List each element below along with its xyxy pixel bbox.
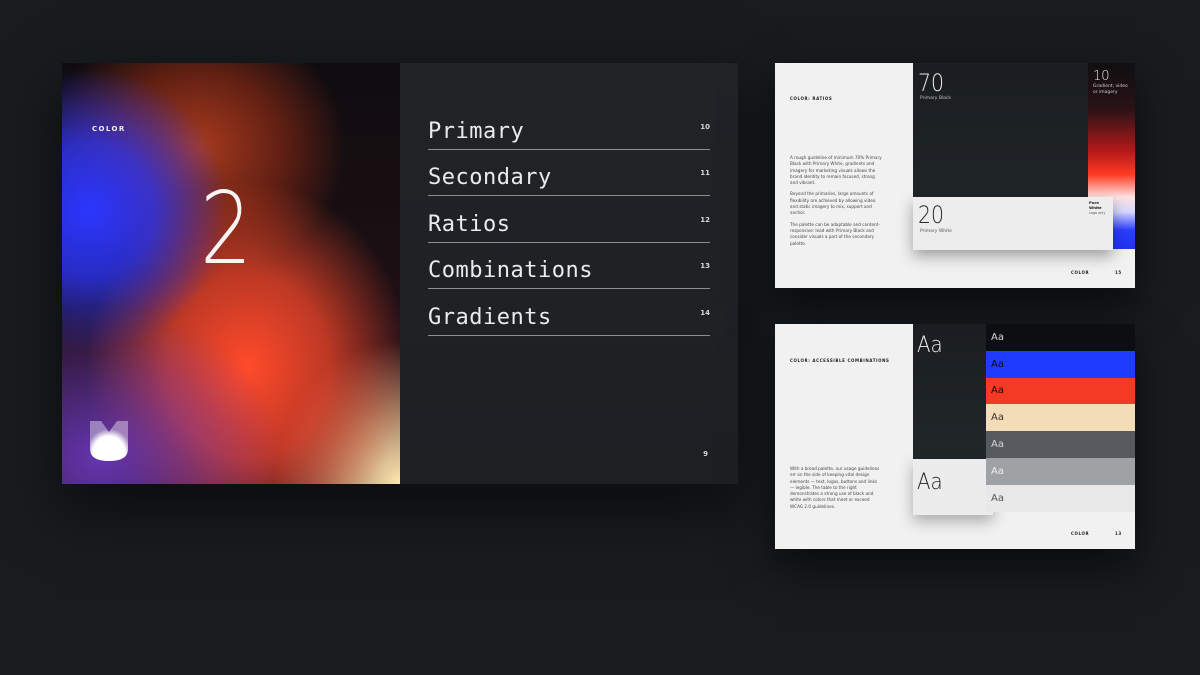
swatch-text: Aa [991, 492, 1004, 504]
ratio-70-label: Primary Black [920, 96, 951, 101]
ratio-20-number: 20 [918, 201, 944, 229]
logo-only-label: Logo only [1089, 211, 1106, 215]
ratio-10-number: 10 [1093, 69, 1110, 84]
ratio-70-number: 70 [918, 69, 944, 97]
toc-page-number: 13 [700, 262, 710, 270]
gradient-cover-page: COLOR 2 [62, 63, 400, 484]
page-label: COLOR: RATIOS [790, 96, 833, 101]
combinations-page: COLOR: ACCESSIBLE COMBINATIONS With a br… [775, 324, 1135, 549]
body-paragraph: With a broad palette, our usage guidelin… [790, 466, 880, 509]
toc-title: Primary [428, 118, 525, 144]
swatch-cream: Aa [986, 404, 1135, 432]
toc-item-combinations[interactable]: Combinations 13 [428, 243, 710, 289]
body-paragraph: A rough guideline of minimum 70% Primary… [790, 155, 882, 186]
toc-title: Ratios [428, 211, 511, 237]
page-body-text: A rough guideline of minimum 70% Primary… [790, 155, 882, 252]
table-of-contents-page: Primary 10 Secondary 11 Ratios 12 Combin… [400, 63, 738, 484]
ratio-20-label: Primary White [920, 229, 952, 234]
dark-type-sample: Aa [917, 333, 943, 358]
toc-item-primary[interactable]: Primary 10 [428, 103, 710, 150]
section-label: COLOR [92, 125, 126, 133]
ratios-page: COLOR: RATIOS A rough guideline of minim… [775, 63, 1135, 288]
light-type-sample: Aa [917, 470, 943, 495]
toc-page-number: 10 [700, 122, 710, 131]
swatch-red: Aa [986, 377, 1135, 405]
toc-title: Secondary [428, 165, 552, 190]
toc-page-number: 14 [700, 308, 710, 317]
footer-section-label: COLOR [1071, 270, 1090, 275]
swatch-gray: Aa [986, 457, 1135, 485]
toc-item-gradients[interactable]: Gradients 14 [428, 289, 710, 336]
body-paragraph: Beyond the primaries, large amounts of f… [790, 191, 876, 216]
toc-page-number: 12 [700, 215, 710, 224]
swatch-white: Aa [986, 484, 1135, 512]
swatch-text: Aa [991, 465, 1004, 477]
brand-logo-icon [90, 421, 128, 461]
footer-page-number: 13 [1115, 531, 1122, 536]
toc-item-secondary[interactable]: Secondary 11 [428, 150, 710, 196]
swatch-black: Aa [986, 324, 1135, 351]
swatch-text: Aa [991, 358, 1004, 370]
swatch-text: Aa [991, 385, 1004, 397]
swatch-text: Aa [991, 331, 1004, 343]
page-body-text: With a broad palette, our usage guidelin… [790, 466, 882, 515]
contents-spread: COLOR 2 Primary 10 Secondary 11 Ratios 1… [62, 63, 738, 484]
swatch-dark-gray: Aa [986, 431, 1135, 458]
ratio-10-label: Gradient, video or imagery [1093, 84, 1128, 96]
page-number: 9 [703, 450, 708, 458]
page-label: COLOR: ACCESSIBLE COMBINATIONS [790, 358, 890, 363]
footer-page-number: 15 [1115, 270, 1122, 275]
table-of-contents: Primary 10 Secondary 11 Ratios 12 Combin… [428, 103, 710, 336]
chapter-number: 2 [200, 170, 253, 287]
swatch-text: Aa [991, 439, 1004, 451]
color-swatch-list: Aa Aa Aa Aa Aa Aa Aa [986, 324, 1135, 512]
toc-title: Gradients [428, 304, 552, 330]
swatch-blue: Aa [986, 350, 1135, 378]
toc-title: Combinations [428, 258, 593, 283]
toc-item-ratios[interactable]: Ratios 12 [428, 196, 710, 243]
toc-page-number: 11 [700, 169, 710, 177]
footer-section-label: COLOR [1071, 531, 1090, 536]
swatch-text: Aa [991, 412, 1004, 424]
body-paragraph: The palette can be adaptable and content… [790, 221, 880, 246]
pure-white-label: Pure White [1089, 200, 1102, 211]
